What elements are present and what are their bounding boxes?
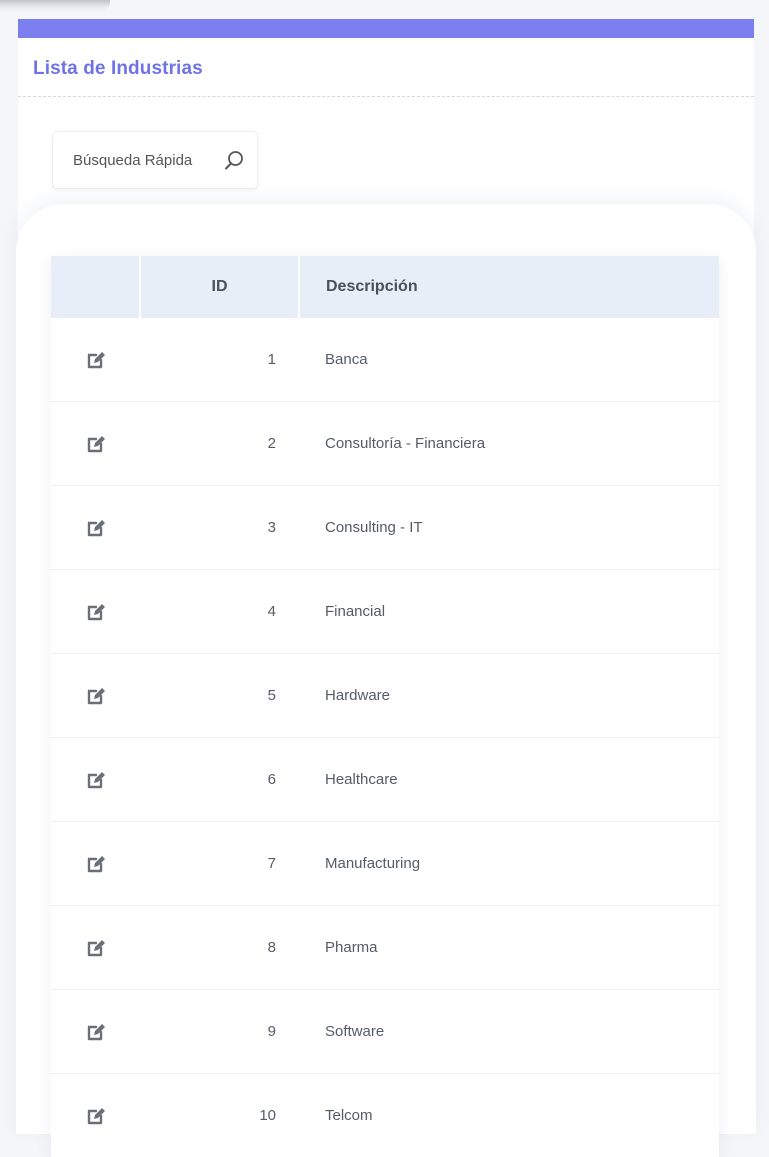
- edit-cell: [51, 570, 140, 654]
- edit-icon[interactable]: [86, 518, 106, 542]
- edit-cell: [51, 822, 140, 906]
- edit-cell: [51, 318, 140, 402]
- panel-accent-bar: [18, 19, 754, 38]
- row-description: Manufacturing: [299, 822, 719, 906]
- row-id: 7: [140, 822, 299, 906]
- row-description: Software: [299, 990, 719, 1074]
- table-row: 4Financial: [51, 570, 719, 654]
- row-id: 6: [140, 738, 299, 822]
- header-description[interactable]: Descripción: [299, 256, 719, 318]
- edit-icon[interactable]: [86, 770, 106, 794]
- table-row: 3Consulting - IT: [51, 486, 719, 570]
- row-id: 3: [140, 486, 299, 570]
- row-description: Consulting - IT: [299, 486, 719, 570]
- edit-icon[interactable]: [86, 1022, 106, 1046]
- industries-table: ID Descripción 1Banca2Consultoría - Fina…: [51, 256, 719, 1157]
- table-row: 2Consultoría - Financiera: [51, 402, 719, 486]
- table-row: 5Hardware: [51, 654, 719, 738]
- row-description: Financial: [299, 570, 719, 654]
- edit-icon[interactable]: [86, 1106, 106, 1130]
- edit-cell: [51, 402, 140, 486]
- panel-header: Lista de Industrias: [18, 38, 754, 97]
- industries-panel: Lista de Industrias ID Descripción 1Banc…: [18, 19, 754, 1129]
- edit-cell: [51, 654, 140, 738]
- row-id: 9: [140, 990, 299, 1074]
- row-id: 8: [140, 906, 299, 990]
- edit-icon[interactable]: [86, 434, 106, 458]
- edit-icon[interactable]: [86, 602, 106, 626]
- top-left-shadow: [0, 0, 110, 12]
- table-row: 6Healthcare: [51, 738, 719, 822]
- table-row: 1Banca: [51, 318, 719, 402]
- table-row: 8Pharma: [51, 906, 719, 990]
- row-description: Healthcare: [299, 738, 719, 822]
- edit-icon[interactable]: [86, 350, 106, 374]
- row-id: 10: [140, 1074, 299, 1157]
- row-id: 1: [140, 318, 299, 402]
- row-id: 2: [140, 402, 299, 486]
- row-description: Telcom: [299, 1074, 719, 1157]
- edit-cell: [51, 738, 140, 822]
- edit-cell: [51, 990, 140, 1074]
- edit-icon[interactable]: [86, 854, 106, 878]
- edit-cell: [51, 906, 140, 990]
- panel-title: Lista de Industrias: [33, 58, 203, 79]
- table-row: 7Manufacturing: [51, 822, 719, 906]
- edit-cell: [51, 1074, 140, 1157]
- row-description: Hardware: [299, 654, 719, 738]
- quick-search: [52, 131, 258, 189]
- search-input[interactable]: [71, 151, 215, 170]
- table-card: ID Descripción 1Banca2Consultoría - Fina…: [16, 204, 756, 1134]
- table-header-row: ID Descripción: [51, 256, 719, 318]
- row-id: 5: [140, 654, 299, 738]
- table-row: 9Software: [51, 990, 719, 1074]
- row-description: Pharma: [299, 906, 719, 990]
- edit-icon[interactable]: [86, 686, 106, 710]
- row-id: 4: [140, 570, 299, 654]
- row-description: Banca: [299, 318, 719, 402]
- header-edit: [51, 256, 140, 318]
- table-row: 10Telcom: [51, 1074, 719, 1157]
- edit-icon[interactable]: [86, 938, 106, 962]
- edit-cell: [51, 486, 140, 570]
- header-id[interactable]: ID: [140, 256, 299, 318]
- row-description: Consultoría - Financiera: [299, 402, 719, 486]
- search-icon[interactable]: [221, 147, 247, 173]
